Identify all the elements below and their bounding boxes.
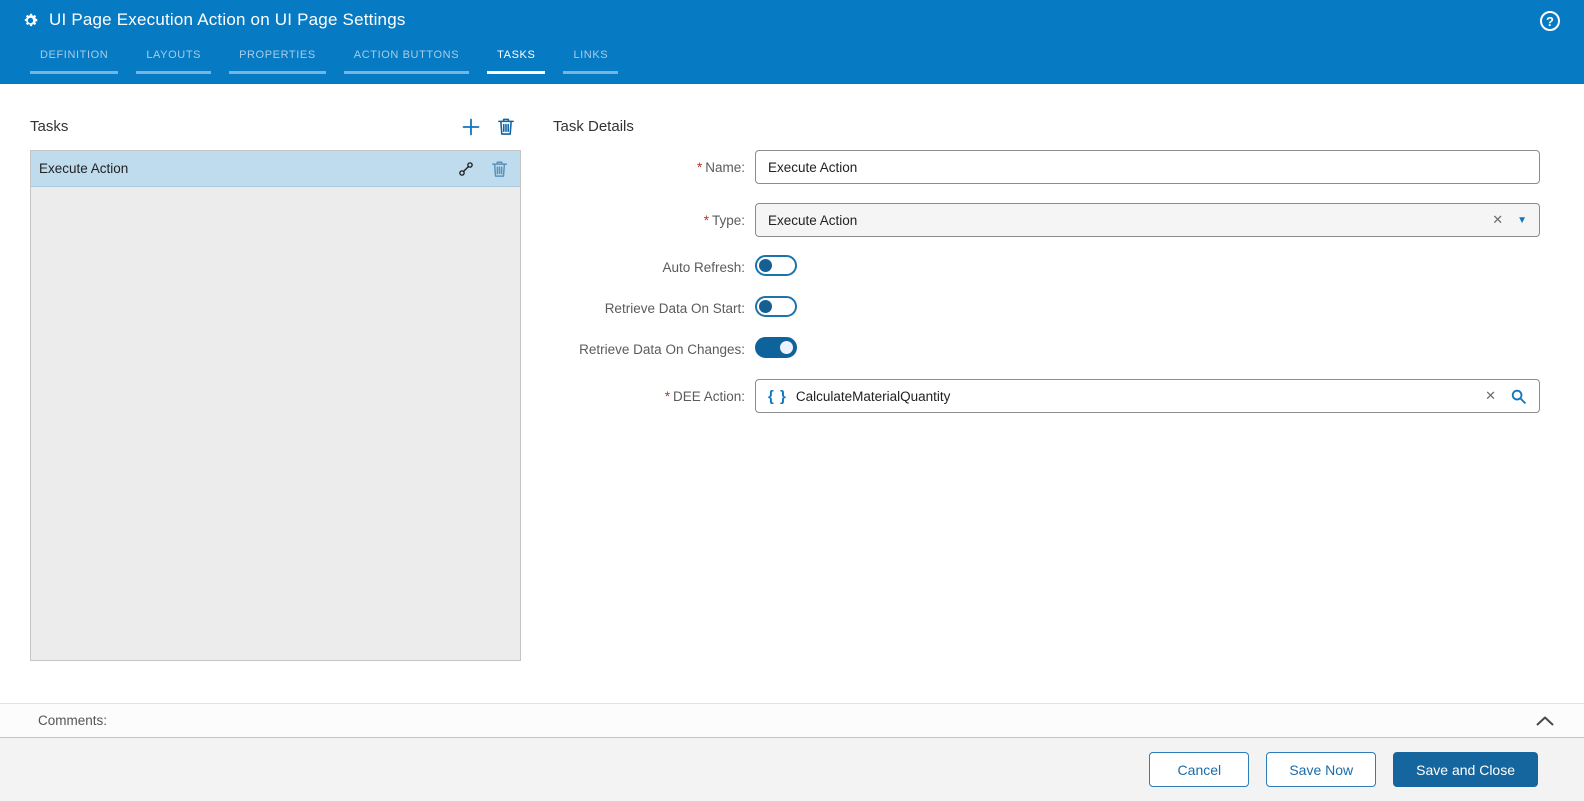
type-label: * Type:: [703, 212, 745, 228]
dee-action-clear-icon[interactable]: ✕: [1485, 388, 1496, 404]
gear-icon: [24, 13, 38, 26]
footer: Cancel Save Now Save and Close: [0, 737, 1584, 801]
required-marker: *: [664, 388, 670, 404]
chevron-up-icon: [1536, 716, 1554, 726]
tab-action-buttons[interactable]: ACTION BUTTONS: [343, 40, 470, 74]
task-delete-button[interactable]: [491, 160, 508, 178]
task-details-title: Task Details: [553, 118, 634, 135]
chevron-down-icon[interactable]: ▼: [1517, 215, 1527, 226]
plus-icon: [462, 118, 480, 135]
toggle-knob: [759, 259, 772, 272]
braces-icon: { }: [768, 387, 787, 405]
tasks-panel-title: Tasks: [30, 118, 69, 135]
tab-definition[interactable]: DEFINITION: [30, 40, 119, 74]
dee-action-search-button[interactable]: [1510, 388, 1527, 405]
toggle-knob: [780, 341, 793, 354]
retrieve-data-on-changes-toggle[interactable]: [755, 337, 797, 358]
required-marker: *: [696, 159, 703, 175]
trash-icon: [492, 161, 507, 177]
link-icon: [459, 161, 473, 176]
name-input[interactable]: [755, 150, 1540, 184]
tab-properties[interactable]: PROPERTIES: [229, 40, 326, 74]
tasks-panel: Tasks Execute Action: [30, 103, 521, 661]
task-list-item[interactable]: Execute Action: [31, 151, 520, 187]
toggle-knob: [759, 300, 772, 313]
retrieve-data-on-start-toggle[interactable]: [755, 296, 797, 317]
comments-bar[interactable]: Comments:: [0, 703, 1584, 737]
tab-links[interactable]: LINKS: [563, 40, 619, 74]
main-content: Tasks Execute Action Task Details * Name…: [0, 84, 1584, 703]
task-item-icons: [458, 160, 508, 178]
tab-layouts[interactable]: LAYOUTS: [136, 40, 212, 74]
name-label: * Name:: [696, 159, 745, 175]
name-row: * Name:: [553, 150, 1540, 184]
task-details-panel: Task Details *Name: *Type: Execute Actio…: [553, 103, 1540, 432]
auto-refresh-label: Auto Refresh:: [662, 259, 745, 275]
save-now-button[interactable]: Save Now: [1266, 752, 1377, 787]
tasks-list: Execute Action: [30, 150, 521, 661]
dee-action-value: CalculateMaterialQuantity: [795, 388, 951, 404]
retrieve-data-on-changes-row: Retrieve Data On Changes:: [553, 337, 1540, 360]
type-value: Execute Action: [768, 212, 858, 228]
add-task-button[interactable]: [461, 117, 481, 137]
auto-refresh-row: Auto Refresh:: [553, 255, 1540, 278]
help-icon[interactable]: ?: [1540, 11, 1560, 31]
task-item-label: Execute Action: [39, 161, 129, 176]
auto-refresh-toggle[interactable]: [755, 255, 797, 276]
dee-action-label: * DEE Action:: [664, 388, 745, 404]
retrieve-data-on-changes-label: Retrieve Data On Changes:: [579, 341, 745, 357]
tasks-panel-header: Tasks: [30, 103, 521, 150]
page-title: UI Page Execution Action on UI Page Sett…: [49, 10, 406, 29]
trash-icon: [498, 118, 514, 135]
header: UI Page Execution Action on UI Page Sett…: [0, 0, 1584, 84]
retrieve-data-on-start-label: Retrieve Data On Start:: [604, 300, 745, 316]
retrieve-data-on-start-row: Retrieve Data On Start:: [553, 296, 1540, 319]
title-row: UI Page Execution Action on UI Page Sett…: [0, 0, 1584, 40]
tab-tasks[interactable]: TASKS: [487, 40, 546, 74]
type-row: * Type: Execute Action ✕ ▼: [553, 203, 1540, 237]
comments-label: Comments:: [38, 713, 108, 728]
cancel-button[interactable]: Cancel: [1149, 752, 1250, 787]
dee-action-row: * DEE Action: { } CalculateMaterialQuanti…: [553, 379, 1540, 413]
dee-action-lookup[interactable]: { } CalculateMaterialQuantity ✕: [755, 379, 1540, 413]
required-marker: *: [703, 212, 709, 228]
tasks-actions: [461, 117, 521, 137]
search-icon: [1511, 389, 1526, 404]
type-select[interactable]: Execute Action ✕ ▼: [755, 203, 1540, 237]
delete-task-button[interactable]: [497, 117, 515, 136]
comments-expand-button[interactable]: [1536, 716, 1554, 726]
task-link-button[interactable]: [458, 161, 474, 177]
save-and-close-button[interactable]: Save and Close: [1393, 752, 1538, 787]
tab-bar: DEFINITION LAYOUTS PROPERTIES ACTION BUT…: [0, 40, 1584, 84]
task-details-header: Task Details: [553, 103, 1540, 150]
type-clear-icon[interactable]: ✕: [1492, 212, 1503, 228]
